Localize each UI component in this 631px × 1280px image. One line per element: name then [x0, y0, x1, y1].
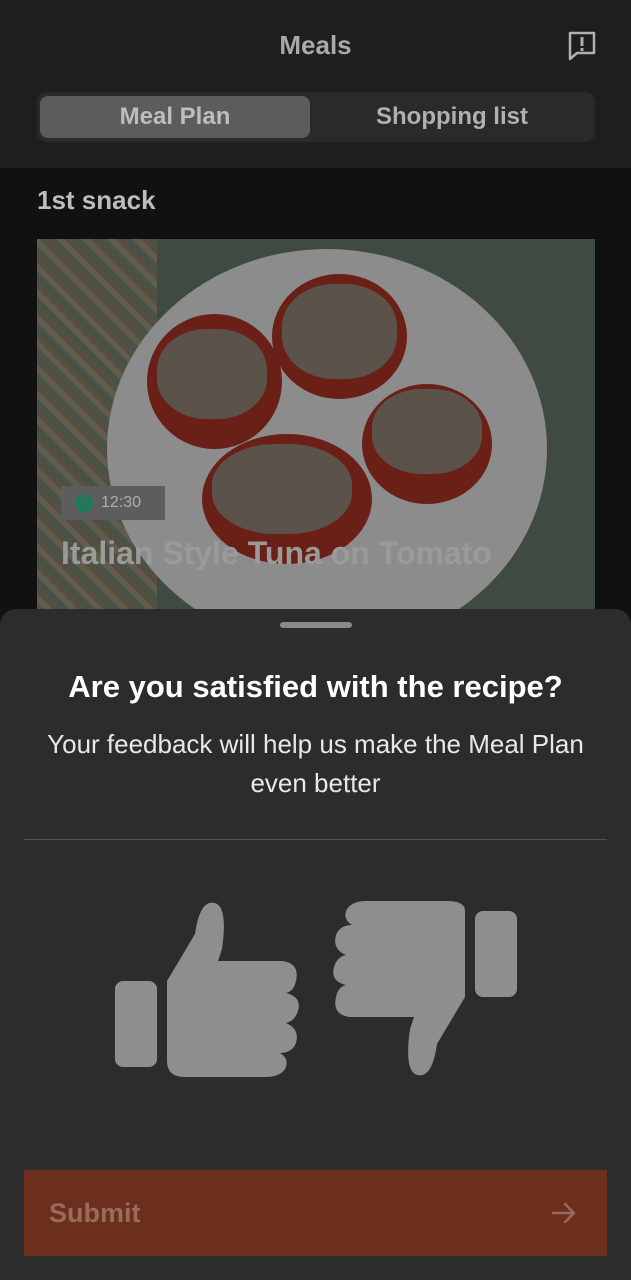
clock-icon	[75, 494, 93, 512]
report-button[interactable]	[566, 30, 598, 62]
thumbs-down-button[interactable]	[330, 899, 530, 1089]
tab-shopping-list[interactable]: Shopping list	[312, 96, 592, 138]
recipe-card[interactable]: 12:30 Italian Style Tuna on Tomato	[37, 239, 595, 619]
recipe-image-tuna	[212, 444, 352, 534]
thumbs-up-icon	[115, 902, 299, 1077]
sheet-drag-handle[interactable]	[280, 622, 352, 628]
report-icon	[568, 31, 596, 61]
feedback-question: Are you satisfied with the recipe?	[68, 669, 563, 704]
divider	[24, 839, 607, 840]
feedback-subtitle: Your feedback will help us make the Meal…	[47, 729, 584, 798]
top-bar: Meals Meal Plan Shopping list	[0, 0, 631, 168]
feedback-bottom-sheet: Are you satisfied with the recipe? Your …	[0, 609, 631, 1280]
page-title: Meals	[279, 30, 352, 60]
thumbs-down-icon	[333, 901, 517, 1076]
section-title: 1st snack	[37, 185, 156, 215]
recipe-name: Italian Style Tuna on Tomato	[61, 535, 492, 571]
recipe-image-tuna	[372, 389, 482, 474]
tab-meal-plan[interactable]: Meal Plan	[40, 96, 310, 138]
thumbs-up-button[interactable]	[110, 899, 310, 1089]
arrow-right-icon	[551, 1202, 576, 1224]
recipe-image-tuna	[157, 329, 267, 419]
recipe-image-tuna	[282, 284, 397, 379]
time-badge: 12:30	[61, 486, 165, 520]
segmented-tabs: Meal Plan Shopping list	[37, 92, 595, 142]
submit-label: Submit	[49, 1197, 141, 1228]
recipe-time: 12:30	[101, 494, 142, 511]
submit-button[interactable]: Submit	[24, 1170, 607, 1256]
